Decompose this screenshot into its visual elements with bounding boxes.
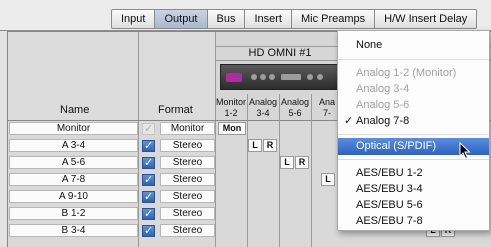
output-assignment-menu: None Analog 1-2 (Monitor) Analog 3-4 Ana… <box>337 30 490 231</box>
format-column-header: Format <box>158 104 193 116</box>
column-header-bottom: 5-6 <box>288 108 302 118</box>
device-led <box>317 74 323 80</box>
assignment-cell-left[interactable]: L <box>280 156 294 169</box>
tab-hw-insert-delay[interactable]: H/W Insert Delay <box>375 10 476 28</box>
path-active-checkbox[interactable] <box>142 156 155 169</box>
device-led <box>251 74 257 80</box>
path-format[interactable]: Stereo <box>160 224 215 237</box>
path-name[interactable]: B 3-4 <box>9 224 138 237</box>
menu-separator <box>338 59 489 60</box>
menu-item-aes-ebu-5-6[interactable]: AES/EBU 5-6 <box>338 198 489 213</box>
assignment-cell-right[interactable]: R <box>263 139 277 152</box>
device-led <box>307 74 313 80</box>
path-format[interactable]: Monitor <box>160 122 215 135</box>
menu-item-analog-1-2[interactable]: Analog 1-2 (Monitor) <box>338 66 489 81</box>
assignment-cell-left[interactable]: L <box>321 173 335 186</box>
menu-item-aes-ebu-3-4[interactable]: AES/EBU 3-4 <box>338 182 489 197</box>
column-header-top: Analog <box>280 97 310 107</box>
path-format[interactable]: Stereo <box>160 190 215 203</box>
checkmark-icon: ✓ <box>344 115 354 127</box>
path-active-checkbox[interactable] <box>142 139 155 152</box>
device-label: HD OMNI #1 <box>248 47 312 59</box>
assignment-cell-right[interactable]: R <box>295 156 309 169</box>
menu-item-analog-3-4[interactable]: Analog 3-4 <box>338 82 489 97</box>
tab-output[interactable]: Output <box>155 10 208 28</box>
tab-insert[interactable]: Insert <box>245 10 292 28</box>
path-name[interactable]: A 7-8 <box>9 173 138 186</box>
path-format[interactable]: Stereo <box>160 173 215 186</box>
column-header-top: Monitor <box>215 97 246 107</box>
path-format[interactable]: Stereo <box>160 207 215 220</box>
menu-item-aes-ebu-7-8[interactable]: AES/EBU 7-8 <box>338 214 489 229</box>
path-name[interactable]: A 9-10 <box>9 190 138 203</box>
path-name[interactable]: A 3-4 <box>9 139 138 152</box>
column-header-bottom: 1-2 <box>224 108 238 118</box>
path-active-checkbox[interactable] <box>142 207 155 220</box>
path-name[interactable]: Monitor <box>9 122 138 135</box>
column-header-top: Analog <box>248 97 278 107</box>
assignment-cell-left[interactable]: L <box>248 139 262 152</box>
device-display <box>281 74 301 80</box>
menu-item-none[interactable]: None <box>338 38 489 53</box>
tab-mic-preamps[interactable]: Mic Preamps <box>292 10 376 28</box>
menu-separator <box>338 134 489 135</box>
io-tabs: Input Output Bus Insert Mic Preamps H/W … <box>111 9 478 29</box>
tab-input[interactable]: Input <box>112 10 156 28</box>
name-column-header: Name <box>60 104 90 116</box>
hd-omni-device-image <box>220 64 346 90</box>
menu-item-analog-7-8[interactable]: ✓ Analog 7-8 <box>338 114 489 129</box>
path-format[interactable]: Stereo <box>160 139 215 152</box>
path-active-checkbox[interactable] <box>142 224 155 237</box>
device-logo <box>226 73 242 82</box>
mouse-pointer-icon <box>459 142 471 160</box>
path-name[interactable]: B 1-2 <box>9 207 138 220</box>
menu-item-label: Analog 7-8 <box>356 115 410 127</box>
path-active-checkbox[interactable] <box>142 173 155 186</box>
menu-item-aes-ebu-1-2[interactable]: AES/EBU 1-2 <box>338 166 489 181</box>
path-name[interactable]: A 5-6 <box>9 156 138 169</box>
path-active-checkbox[interactable] <box>142 190 155 203</box>
column-header-bottom: 3-4 <box>256 108 270 118</box>
path-active-checkbox[interactable] <box>142 122 155 135</box>
device-led <box>269 74 275 80</box>
menu-item-analog-5-6[interactable]: Analog 5-6 <box>338 98 489 113</box>
path-format[interactable]: Stereo <box>160 156 215 169</box>
assignment-cell[interactable]: Mon <box>218 122 246 135</box>
tab-bus[interactable]: Bus <box>208 10 246 28</box>
device-led <box>260 74 266 80</box>
